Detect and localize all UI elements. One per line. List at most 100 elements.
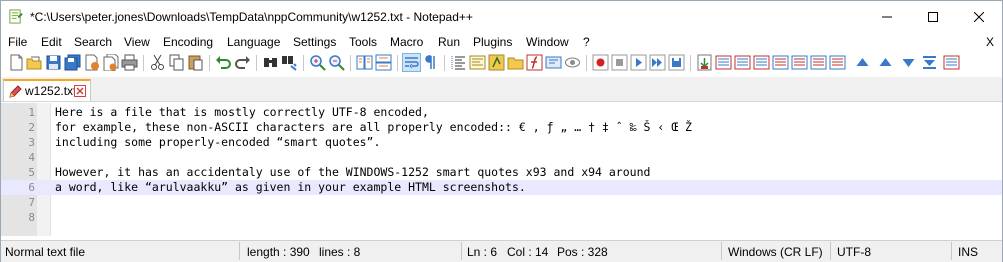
close-document-x[interactable]: X xyxy=(986,35,994,49)
menu-settings[interactable]: Settings xyxy=(293,35,336,49)
editor-line: 4 xyxy=(1,150,1002,165)
paste-icon[interactable] xyxy=(187,54,204,71)
move-up-alt-icon[interactable] xyxy=(877,54,894,71)
stop-recording-icon[interactable] xyxy=(611,54,628,71)
status-file-type: Normal text file xyxy=(5,245,86,259)
playback-macro-icon[interactable] xyxy=(630,54,647,71)
editor-line: 1 Here is a file that is mostly correctl… xyxy=(1,105,1002,120)
close-icon xyxy=(974,11,984,22)
status-separator xyxy=(461,242,462,260)
plugin-e-icon[interactable] xyxy=(772,54,789,71)
notepad-plus-plus-window: *C:\Users\peter.jones\Downloads\TempData… xyxy=(0,0,1003,262)
plugin-b-icon[interactable] xyxy=(715,54,732,71)
plugin-f-icon[interactable] xyxy=(791,54,808,71)
menu-view[interactable]: View xyxy=(124,35,150,49)
tab-bar: w1252.txt xyxy=(1,77,1002,102)
monitoring-icon[interactable] xyxy=(564,54,581,71)
menu-help[interactable]: ? xyxy=(583,35,590,49)
menu-run[interactable]: Run xyxy=(438,35,460,49)
title-bar[interactable]: *C:\Users\peter.jones\Downloads\TempData… xyxy=(1,1,1002,32)
menu-window[interactable]: Window xyxy=(526,35,569,49)
plugin-c-icon[interactable] xyxy=(734,54,751,71)
line-text[interactable]: However, it has an accidentaly use of th… xyxy=(55,165,650,180)
redo-icon[interactable] xyxy=(234,54,251,71)
menu-macro[interactable]: Macro xyxy=(390,35,423,49)
close-icon[interactable] xyxy=(83,54,100,71)
editor-line-current: 6 a word, like “arulvaakku” as given in … xyxy=(1,180,1002,195)
maximize-button[interactable] xyxy=(910,1,956,32)
status-eol-format[interactable]: Windows (CR LF) xyxy=(728,245,823,259)
line-number: 7 xyxy=(28,196,35,209)
menu-file[interactable]: File xyxy=(8,35,27,49)
line-text[interactable]: Here is a file that is mostly correctly … xyxy=(55,105,429,120)
open-file-icon[interactable] xyxy=(26,54,43,71)
record-macro-icon[interactable] xyxy=(592,54,609,71)
function-icon[interactable] xyxy=(526,54,543,71)
zoom-in-icon[interactable] xyxy=(309,54,326,71)
tab-w1252[interactable]: w1252.txt xyxy=(3,79,91,101)
toolbar-separator xyxy=(209,55,210,71)
function-list-icon[interactable] xyxy=(488,54,505,71)
line-number: 3 xyxy=(28,136,35,149)
move-down-icon[interactable] xyxy=(900,54,917,71)
close-icon xyxy=(76,87,84,95)
find-icon[interactable] xyxy=(262,54,279,71)
folder-as-workspace-icon[interactable] xyxy=(545,54,562,71)
document-map-icon[interactable] xyxy=(469,54,486,71)
print-icon[interactable] xyxy=(121,54,138,71)
replace-icon[interactable] xyxy=(281,54,298,71)
close-all-icon[interactable] xyxy=(102,54,119,71)
line-text[interactable]: including some properly-encoded “smart q… xyxy=(55,135,380,150)
move-up-icon[interactable] xyxy=(854,54,871,71)
menu-language[interactable]: Language xyxy=(227,35,280,49)
status-lines: lines : 8 xyxy=(319,245,361,259)
plugin-h-icon[interactable] xyxy=(829,54,846,71)
line-text[interactable]: for example, these non-ASCII characters … xyxy=(55,120,692,135)
sync-horizontal-icon[interactable] xyxy=(375,54,392,71)
editor-area[interactable]: 1 Here is a file that is mostly correctl… xyxy=(1,103,1002,236)
line-number: 2 xyxy=(28,121,35,134)
run-macro-multiple-icon[interactable] xyxy=(649,54,666,71)
toolbar-separator xyxy=(143,55,144,71)
window-title: *C:\Users\peter.jones\Downloads\TempData… xyxy=(30,10,473,24)
minimize-icon xyxy=(882,16,892,17)
status-insert-mode[interactable]: INS xyxy=(958,245,978,259)
copy-icon[interactable] xyxy=(168,54,185,71)
plugin-a-icon[interactable] xyxy=(696,54,713,71)
menu-plugins[interactable]: Plugins xyxy=(473,35,512,49)
menu-bar: File Edit Search View Encoding Language … xyxy=(1,32,1002,51)
plugin-d-icon[interactable] xyxy=(753,54,770,71)
show-all-characters-icon[interactable] xyxy=(422,54,439,71)
status-separator xyxy=(721,242,722,260)
menu-edit[interactable]: Edit xyxy=(41,35,62,49)
indent-guide-icon[interactable] xyxy=(450,54,467,71)
menu-tools[interactable]: Tools xyxy=(349,35,377,49)
status-bar: Normal text file length : 390 lines : 8 … xyxy=(1,240,1002,262)
close-window-button[interactable] xyxy=(956,1,1002,32)
new-file-icon[interactable] xyxy=(8,54,25,71)
plugin-panel-icon[interactable] xyxy=(943,54,960,71)
status-encoding[interactable]: UTF-8 xyxy=(837,245,871,259)
toolbar-separator xyxy=(350,55,351,71)
save-macro-icon[interactable] xyxy=(668,54,685,71)
undo-icon[interactable] xyxy=(215,54,232,71)
status-separator xyxy=(951,242,952,260)
tab-close-button[interactable] xyxy=(74,85,86,97)
line-text[interactable]: a word, like “arulvaakku” as given in yo… xyxy=(55,180,526,195)
zoom-out-icon[interactable] xyxy=(328,54,345,71)
word-wrap-icon[interactable] xyxy=(402,53,421,72)
minimize-button[interactable] xyxy=(864,1,910,32)
sync-vertical-icon[interactable] xyxy=(356,54,373,71)
editor-line: 5 However, it has an accidentaly use of … xyxy=(1,165,1002,180)
plugin-g-icon[interactable] xyxy=(810,54,827,71)
toolbar-separator xyxy=(397,55,398,71)
menu-search[interactable]: Search xyxy=(74,35,112,49)
menu-encoding[interactable]: Encoding xyxy=(163,35,213,49)
cut-icon[interactable] xyxy=(149,54,166,71)
toolbar xyxy=(1,51,1002,75)
save-all-icon[interactable] xyxy=(64,54,81,71)
sort-icon[interactable] xyxy=(921,54,938,71)
folder-workspace-icon[interactable] xyxy=(507,54,524,71)
save-icon[interactable] xyxy=(45,54,62,71)
editor-line: 3 including some properly-encoded “smart… xyxy=(1,135,1002,150)
